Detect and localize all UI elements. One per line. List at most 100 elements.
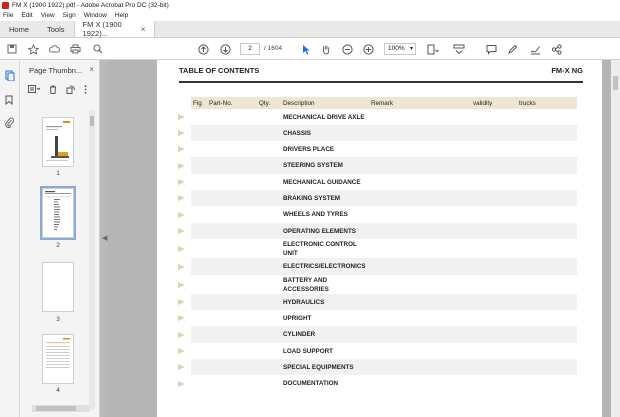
row-arrow-icon	[178, 281, 185, 288]
thumbnails-scroll-thumb[interactable]	[90, 116, 94, 126]
hand-tool-icon[interactable]	[320, 43, 332, 55]
menu-sign[interactable]: Sign	[63, 12, 76, 19]
chevron-down-icon: ▾	[409, 46, 413, 52]
options-menu-icon[interactable]	[28, 85, 41, 95]
next-page-icon[interactable]	[219, 43, 231, 55]
row-arrow-icon	[178, 263, 185, 270]
panel-title: Page Thumbn...	[29, 65, 83, 75]
zoom-out-icon[interactable]	[341, 43, 353, 55]
close-tab-icon[interactable]: ×	[141, 25, 146, 34]
zoom-level-select[interactable]: 100% ▾	[384, 43, 416, 55]
row-description: UPRIGHT	[283, 314, 312, 322]
row-arrow-icon	[178, 331, 185, 338]
document-scroll-thumb[interactable]	[613, 76, 618, 90]
menu-window[interactable]: Window	[84, 12, 107, 19]
thumbnail-page-3[interactable]	[42, 262, 74, 312]
menu-help[interactable]: Help	[115, 12, 128, 19]
document-title: TABLE OF CONTENTS	[179, 66, 260, 75]
table-row: MECHANICAL DRIVE AXLE	[178, 109, 577, 125]
row-description: ELECTRICS/ELECTRONICS	[283, 263, 366, 270]
document-scrollbar[interactable]	[611, 60, 620, 417]
close-panel-icon[interactable]: ×	[89, 65, 94, 74]
thumbnail-page-2[interactable]	[40, 186, 76, 240]
column-header: Remark	[371, 99, 394, 107]
row-description: MECHANICAL GUIDANCE	[283, 178, 361, 186]
acrobat-app-icon	[2, 1, 9, 9]
table-row: SPECIAL EQUIPMENTS	[178, 359, 577, 375]
thumbnail-page-1[interactable]	[42, 117, 74, 167]
page-thumbnails-icon[interactable]	[5, 70, 15, 82]
document-model: FM-X NG	[551, 66, 583, 75]
bookmarks-icon[interactable]	[5, 95, 15, 106]
scroll-mode-icon[interactable]	[453, 43, 465, 55]
table-row: LOAD SUPPORT	[178, 343, 577, 359]
table-row: WHEELS AND TYRES	[178, 206, 577, 223]
menu-edit[interactable]: Edit	[21, 12, 32, 19]
select-cursor-icon[interactable]	[300, 43, 312, 55]
table-row: HYDRAULICS	[178, 294, 577, 310]
row-arrow-icon	[178, 162, 185, 169]
search-icon[interactable]	[92, 43, 104, 55]
panel-header: Page Thumbn... ×	[20, 60, 100, 80]
collapse-panel-icon[interactable]: ◀	[102, 234, 107, 242]
thumbnails-horizontal-scroll-thumb[interactable]	[36, 406, 76, 411]
table-of-contents: Fig Part-No. Qty. Description Remark val…	[178, 97, 577, 392]
highlight-pen-icon[interactable]	[506, 43, 518, 55]
menu-view[interactable]: View	[41, 12, 55, 19]
navigation-rail	[0, 60, 20, 417]
row-description: DRIVERS PLACE	[283, 145, 335, 153]
tab-tools[interactable]: Tools	[38, 21, 74, 37]
pdf-page: TABLE OF CONTENTS FM-X NG Fig Part-No. Q…	[157, 60, 602, 417]
row-arrow-icon	[178, 245, 185, 252]
row-description: BRAKING SYSTEM	[283, 194, 341, 202]
share-icon[interactable]	[550, 43, 562, 55]
cloud-upload-icon[interactable]	[48, 43, 60, 55]
column-header: Description	[283, 99, 315, 107]
row-arrow-icon	[178, 195, 185, 201]
table-row: MECHANICAL GUIDANCE	[178, 174, 577, 190]
row-arrow-icon	[178, 146, 185, 152]
save-icon[interactable]	[6, 43, 18, 55]
thumbnail-page-4[interactable]	[42, 334, 74, 384]
table-row: DOCUMENTATION	[178, 375, 577, 392]
more-options-icon[interactable]	[84, 84, 87, 96]
row-arrow-icon	[178, 299, 185, 305]
bookmark-star-icon[interactable]	[27, 43, 39, 55]
column-header: Qty.	[259, 99, 271, 107]
attachments-icon[interactable]	[5, 117, 15, 128]
previous-page-icon[interactable]	[197, 43, 209, 55]
thumbnails-horizontal-scrollbar[interactable]	[32, 405, 90, 412]
table-header: Fig Part-No. Qty. Description Remark val…	[191, 97, 577, 109]
thumbnail-label-4: 4	[56, 387, 60, 394]
thumbnails-scrollbar[interactable]	[89, 110, 95, 410]
comment-icon[interactable]	[485, 43, 497, 55]
tab-document[interactable]: FM X (1900 1922)... ×	[73, 20, 155, 38]
row-description: WHEELS AND TYRES	[283, 211, 348, 218]
row-description: CHASSIS	[283, 129, 311, 137]
row-arrow-icon	[178, 130, 185, 136]
zoom-in-icon[interactable]	[362, 43, 374, 55]
page-number-input[interactable]: 2	[240, 43, 260, 55]
tab-bar: Home Tools FM X (1900 1922)... ×	[0, 20, 620, 38]
row-arrow-icon	[178, 179, 185, 185]
row-description: DOCUMENTATION	[283, 380, 339, 387]
row-arrow-icon	[178, 315, 185, 321]
sign-icon[interactable]	[529, 43, 541, 55]
row-description: BATTERY AND ACCESSORIES	[283, 276, 329, 293]
table-row: STEERING SYSTEM	[178, 157, 577, 174]
thumbnail-label-3: 3	[56, 316, 60, 323]
page-total: / 1604	[264, 45, 283, 52]
page-display-icon[interactable]	[427, 43, 439, 55]
print-icon[interactable]	[69, 43, 81, 55]
row-description: SPECIAL EQUIPMENTS	[283, 363, 354, 371]
row-arrow-icon	[178, 114, 185, 120]
thumbnail-label-2: 2	[56, 242, 60, 249]
tab-home[interactable]: Home	[0, 21, 38, 37]
column-header: trucks	[519, 99, 536, 107]
table-row: CYLINDER	[178, 326, 577, 343]
menu-file[interactable]: File	[3, 12, 13, 19]
row-description: LOAD SUPPORT	[283, 347, 334, 355]
rotate-page-icon[interactable]	[66, 84, 76, 96]
delete-page-icon[interactable]	[49, 85, 57, 96]
panel-tools	[20, 82, 100, 98]
